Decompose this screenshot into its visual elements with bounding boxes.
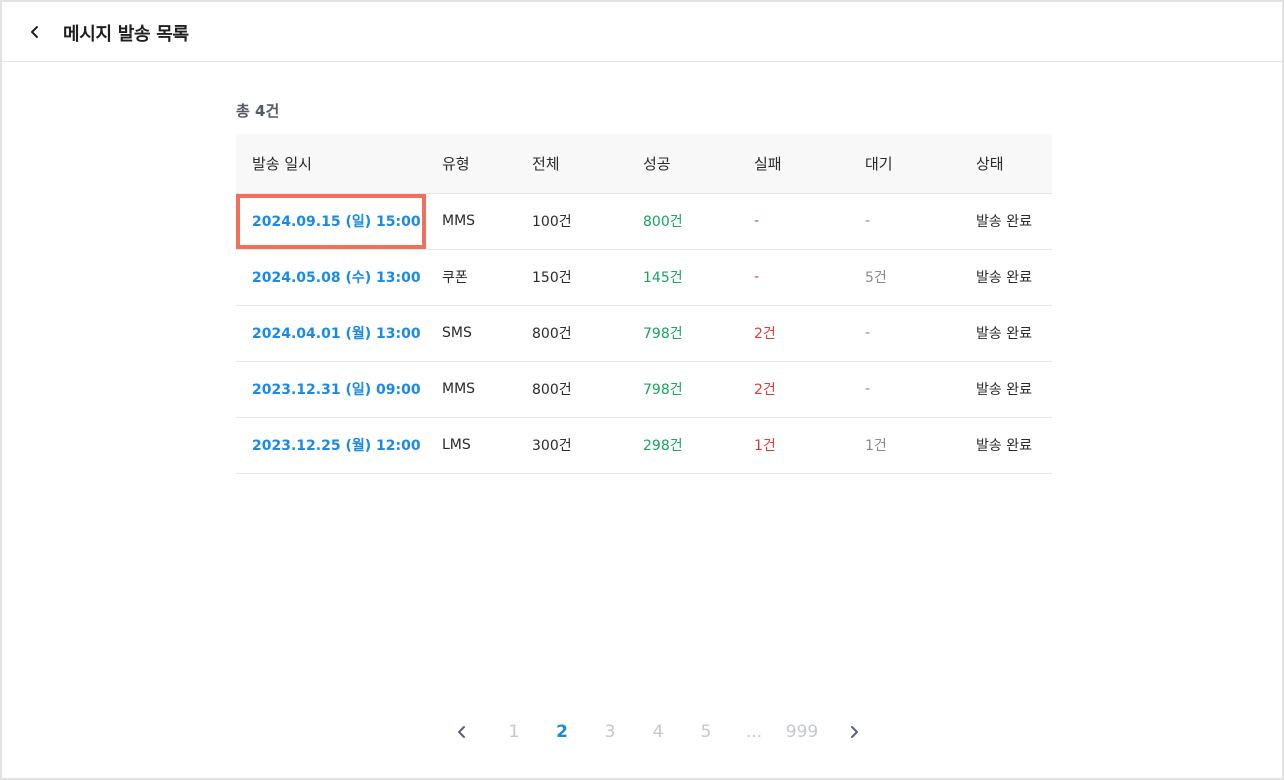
success-cell: 298건 [627,417,738,474]
column-header-date: 발송 일시 [236,134,426,194]
table-row[interactable]: 2024.04.01 (월) 13:00 SMS 800건 798건 2건 - … [236,305,1052,362]
success-cell: 798건 [627,305,738,362]
fail-cell: 2건 [738,361,849,418]
wait-cell: 5건 [849,249,960,306]
pagination-page-2[interactable]: 2 [550,718,574,746]
pagination-prev-button[interactable] [450,718,474,746]
page-header: 메시지 발송 목록 [2,2,1282,62]
total-count: 총 4건 [236,102,280,120]
pagination-page-3[interactable]: 3 [598,718,622,746]
table-row[interactable]: 2024.09.15 (일) 15:00 MMS 100건 800건 - - 발… [236,193,1052,250]
chevron-right-icon [851,726,858,738]
column-header-type: 유형 [426,134,516,194]
message-list-table: 발송 일시 유형 전체 성공 실패 대기 상태 2024.09.15 (일) 1… [236,134,1052,474]
chevron-left-icon [458,726,465,738]
fail-cell: 1건 [738,417,849,474]
type-cell: 쿠폰 [426,249,516,306]
total-cell: 800건 [516,361,627,418]
pagination-page-1[interactable]: 1 [502,718,526,746]
type-cell: MMS [426,361,516,418]
status-cell: 발송 완료 [960,361,1052,418]
status-cell: 발송 완료 [960,417,1052,474]
table-header-row: 발송 일시 유형 전체 성공 실패 대기 상태 [236,134,1052,194]
page-frame: 메시지 발송 목록 총 4건 발송 일시 유형 전체 성공 실패 대기 상태 2… [0,0,1284,780]
column-header-status: 상태 [960,134,1052,194]
send-date-link[interactable]: 2024.05.08 (수) 13:00 [236,249,426,306]
page-title: 메시지 발송 목록 [63,24,189,45]
send-date-link[interactable]: 2024.09.15 (일) 15:00 [236,193,426,250]
wait-cell: - [849,305,960,362]
status-cell: 발송 완료 [960,305,1052,362]
success-cell: 800건 [627,193,738,250]
pagination-next-button[interactable] [842,718,866,746]
total-cell: 150건 [516,249,627,306]
table-row[interactable]: 2024.05.08 (수) 13:00 쿠폰 150건 145건 - 5건 발… [236,249,1052,306]
table-row[interactable]: 2023.12.25 (월) 12:00 LMS 300건 298건 1건 1건… [236,417,1052,474]
table-row[interactable]: 2023.12.31 (일) 09:00 MMS 800건 798건 2건 - … [236,361,1052,418]
back-button[interactable] [24,21,46,43]
pagination-page-4[interactable]: 4 [646,718,670,746]
pagination-page-last[interactable]: 999 [784,718,820,746]
wait-cell: 1건 [849,417,960,474]
fail-cell: - [738,193,849,250]
pagination: 1 2 3 4 5 ... 999 [2,718,1282,746]
type-cell: SMS [426,305,516,362]
column-header-success: 성공 [627,134,738,194]
wait-cell: - [849,193,960,250]
send-date-link[interactable]: 2023.12.31 (일) 09:00 [236,361,426,418]
send-date-link[interactable]: 2023.12.25 (월) 12:00 [236,417,426,474]
status-cell: 발송 완료 [960,249,1052,306]
type-cell: LMS [426,417,516,474]
column-header-wait: 대기 [849,134,960,194]
total-cell: 300건 [516,417,627,474]
pagination-page-5[interactable]: 5 [694,718,718,746]
pagination-ellipsis: ... [745,722,763,742]
success-cell: 145건 [627,249,738,306]
total-cell: 800건 [516,305,627,362]
column-header-total: 전체 [516,134,627,194]
wait-cell: - [849,361,960,418]
success-cell: 798건 [627,361,738,418]
fail-cell: - [738,249,849,306]
column-header-fail: 실패 [738,134,849,194]
send-date-text: 2024.09.15 (일) 15:00 [252,214,421,230]
status-cell: 발송 완료 [960,193,1052,250]
total-cell: 100건 [516,193,627,250]
send-date-link[interactable]: 2024.04.01 (월) 13:00 [236,305,426,362]
type-cell: MMS [426,193,516,250]
fail-cell: 2건 [738,305,849,362]
chevron-left-icon [31,26,38,38]
